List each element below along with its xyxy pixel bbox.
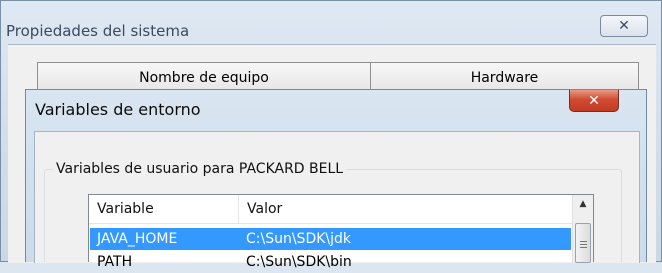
variable-name: JAVA_HOME — [97, 231, 178, 247]
table-row[interactable]: JAVA_HOME C:\Sun\SDK\jdk — [90, 228, 571, 250]
tab-computer-name[interactable]: Nombre de equipo — [37, 62, 371, 92]
user-variables-list[interactable]: Variable Valor JAVA_HOME C:\Sun\SDK\jdk … — [88, 194, 594, 270]
variable-value: C:\Sun\SDK\jdk — [246, 231, 352, 247]
window-title: Propiedades del sistema — [6, 22, 190, 40]
dialog-close-button[interactable]: ✕ — [569, 90, 619, 112]
grip-line — [580, 241, 587, 242]
close-icon: ✕ — [618, 18, 630, 34]
scroll-up-button[interactable]: ▲ — [573, 195, 593, 213]
scroll-thumb[interactable] — [575, 223, 591, 263]
user-variables-group-label: Variables de usuario para PACKARD BELL — [53, 161, 347, 177]
grip-line — [580, 244, 587, 245]
vertical-scrollbar[interactable]: ▲ — [572, 195, 593, 263]
column-header-value[interactable]: Valor — [239, 195, 572, 224]
column-header-variable[interactable]: Variable — [89, 195, 239, 224]
variable-name: PATH — [97, 254, 133, 270]
tab-hardware[interactable]: Hardware — [370, 62, 639, 92]
close-icon: ✕ — [588, 92, 600, 109]
tab-strip: Nombre de equipo Hardware — [37, 62, 639, 92]
table-row[interactable]: PATH C:\Sun\SDK\bin — [90, 251, 571, 273]
grip-line — [580, 247, 587, 248]
dialog-title: Variables de entorno — [35, 100, 201, 119]
chevron-up-icon: ▲ — [579, 199, 587, 209]
variable-value: C:\Sun\SDK\bin — [246, 254, 352, 270]
close-button[interactable]: ✕ — [600, 15, 648, 37]
